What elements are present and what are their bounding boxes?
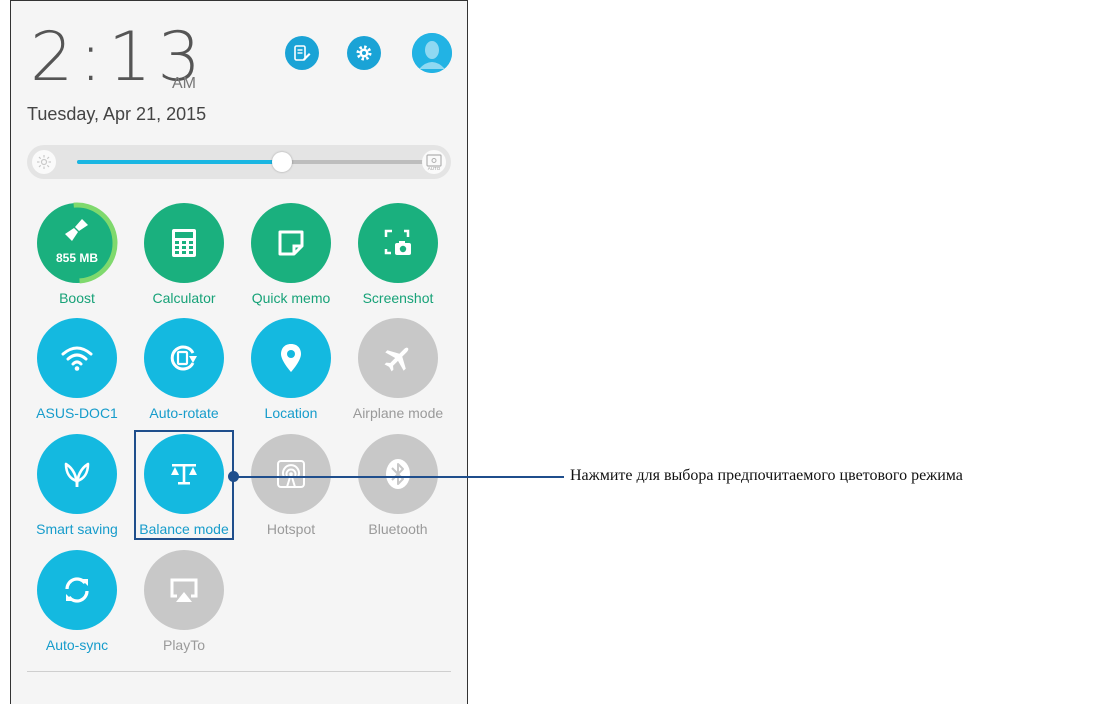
brightness-fill: [77, 160, 283, 164]
auto-brightness-label: AUTO: [428, 166, 441, 171]
location-pin-icon: [281, 344, 301, 372]
cast-icon: [170, 578, 198, 602]
location-button[interactable]: [251, 318, 331, 398]
auto-sync-button[interactable]: [37, 550, 117, 630]
tile-auto-sync[interactable]: Auto-sync: [23, 550, 131, 654]
date-label: Tuesday, Apr 21, 2015: [27, 104, 207, 124]
airplane-mode-button[interactable]: [358, 318, 438, 398]
smart-saving-button[interactable]: [37, 434, 117, 514]
tile-location[interactable]: Location: [237, 318, 345, 422]
tile-label-bluetooth: Bluetooth: [368, 521, 428, 537]
wifi-button[interactable]: [37, 318, 117, 398]
tile-bluetooth[interactable]: Bluetooth: [344, 434, 452, 538]
tile-label-location: Location: [264, 405, 318, 421]
tile-label-calculator: Calculator: [152, 290, 216, 306]
tile-label-wifi: ASUS-DOC1: [36, 405, 118, 421]
playto-button[interactable]: [144, 550, 224, 630]
callout-text: Нажмите для выбора предпочитаемого цвето…: [570, 467, 963, 484]
tile-label-quick-memo: Quick memo: [251, 290, 331, 306]
tile-hotspot[interactable]: Hotspot: [237, 434, 345, 538]
tile-quick-memo[interactable]: Quick memo: [237, 203, 345, 307]
calculator-button[interactable]: [144, 203, 224, 283]
leaf-icon: [64, 462, 90, 488]
wifi-icon: [61, 346, 93, 371]
brightness-low-icon: [32, 150, 56, 174]
callout-line: [234, 476, 564, 478]
tile-playto[interactable]: PlayTo: [130, 550, 238, 654]
screenshot-icon: [384, 229, 411, 255]
bluetooth-button[interactable]: [358, 434, 438, 514]
memo-icon: [278, 230, 304, 256]
callout-dot: [228, 471, 239, 482]
tile-label-boost: Boost: [59, 290, 95, 306]
gear-icon: [356, 45, 372, 61]
settings-button[interactable]: [347, 36, 381, 70]
quick-memo-button[interactable]: [251, 203, 331, 283]
boost-button[interactable]: 855 MB: [36, 202, 118, 284]
airplane-icon: [384, 347, 409, 372]
tile-calculator[interactable]: Calculator: [130, 203, 238, 307]
tile-label-screenshot: Screenshot: [362, 290, 434, 306]
calculator-icon: [172, 229, 196, 257]
tile-auto-rotate[interactable]: Auto-rotate: [130, 318, 238, 422]
auto-rotate-button[interactable]: [144, 318, 224, 398]
panel-divider: [27, 671, 451, 672]
tile-label-smart-saving: Smart saving: [36, 521, 118, 537]
tile-screenshot[interactable]: Screenshot: [344, 203, 452, 307]
brightness-slider[interactable]: [77, 152, 425, 172]
tile-label-airplane: Airplane mode: [352, 405, 444, 421]
auto-brightness-icon[interactable]: AUTO: [422, 150, 446, 174]
hotspot-button[interactable]: [251, 434, 331, 514]
tile-boost[interactable]: 855 MB Boost: [23, 202, 131, 307]
balance-mode-highlight: [134, 430, 234, 540]
profile-button[interactable]: [412, 33, 452, 73]
tile-label-auto-rotate: Auto-rotate: [149, 405, 219, 421]
rotate-icon: [170, 345, 197, 371]
hotspot-icon: [277, 460, 305, 488]
tile-airplane[interactable]: Airplane mode: [344, 318, 452, 422]
brightness-thumb[interactable]: [272, 152, 293, 172]
tile-wifi[interactable]: ASUS-DOC1: [23, 318, 131, 422]
edit-quick-settings-button[interactable]: [285, 36, 319, 70]
clock-ampm: AM: [172, 75, 196, 92]
boost-memory-ring: [36, 202, 118, 284]
tile-label-hotspot: Hotspot: [266, 521, 316, 537]
brightness-bar: AUTO: [27, 145, 451, 179]
broom-icon: [65, 219, 88, 241]
tile-label-playto: PlayTo: [162, 637, 206, 653]
bluetooth-icon: [386, 459, 410, 489]
edit-list-icon: [294, 45, 311, 61]
boost-memory-value: 855 MB: [55, 251, 99, 265]
tile-label-auto-sync: Auto-sync: [45, 637, 109, 653]
screenshot-button[interactable]: [358, 203, 438, 283]
tile-smart-saving[interactable]: Smart saving: [23, 434, 131, 538]
sync-icon: [65, 577, 89, 603]
user-avatar-icon: [412, 33, 452, 73]
